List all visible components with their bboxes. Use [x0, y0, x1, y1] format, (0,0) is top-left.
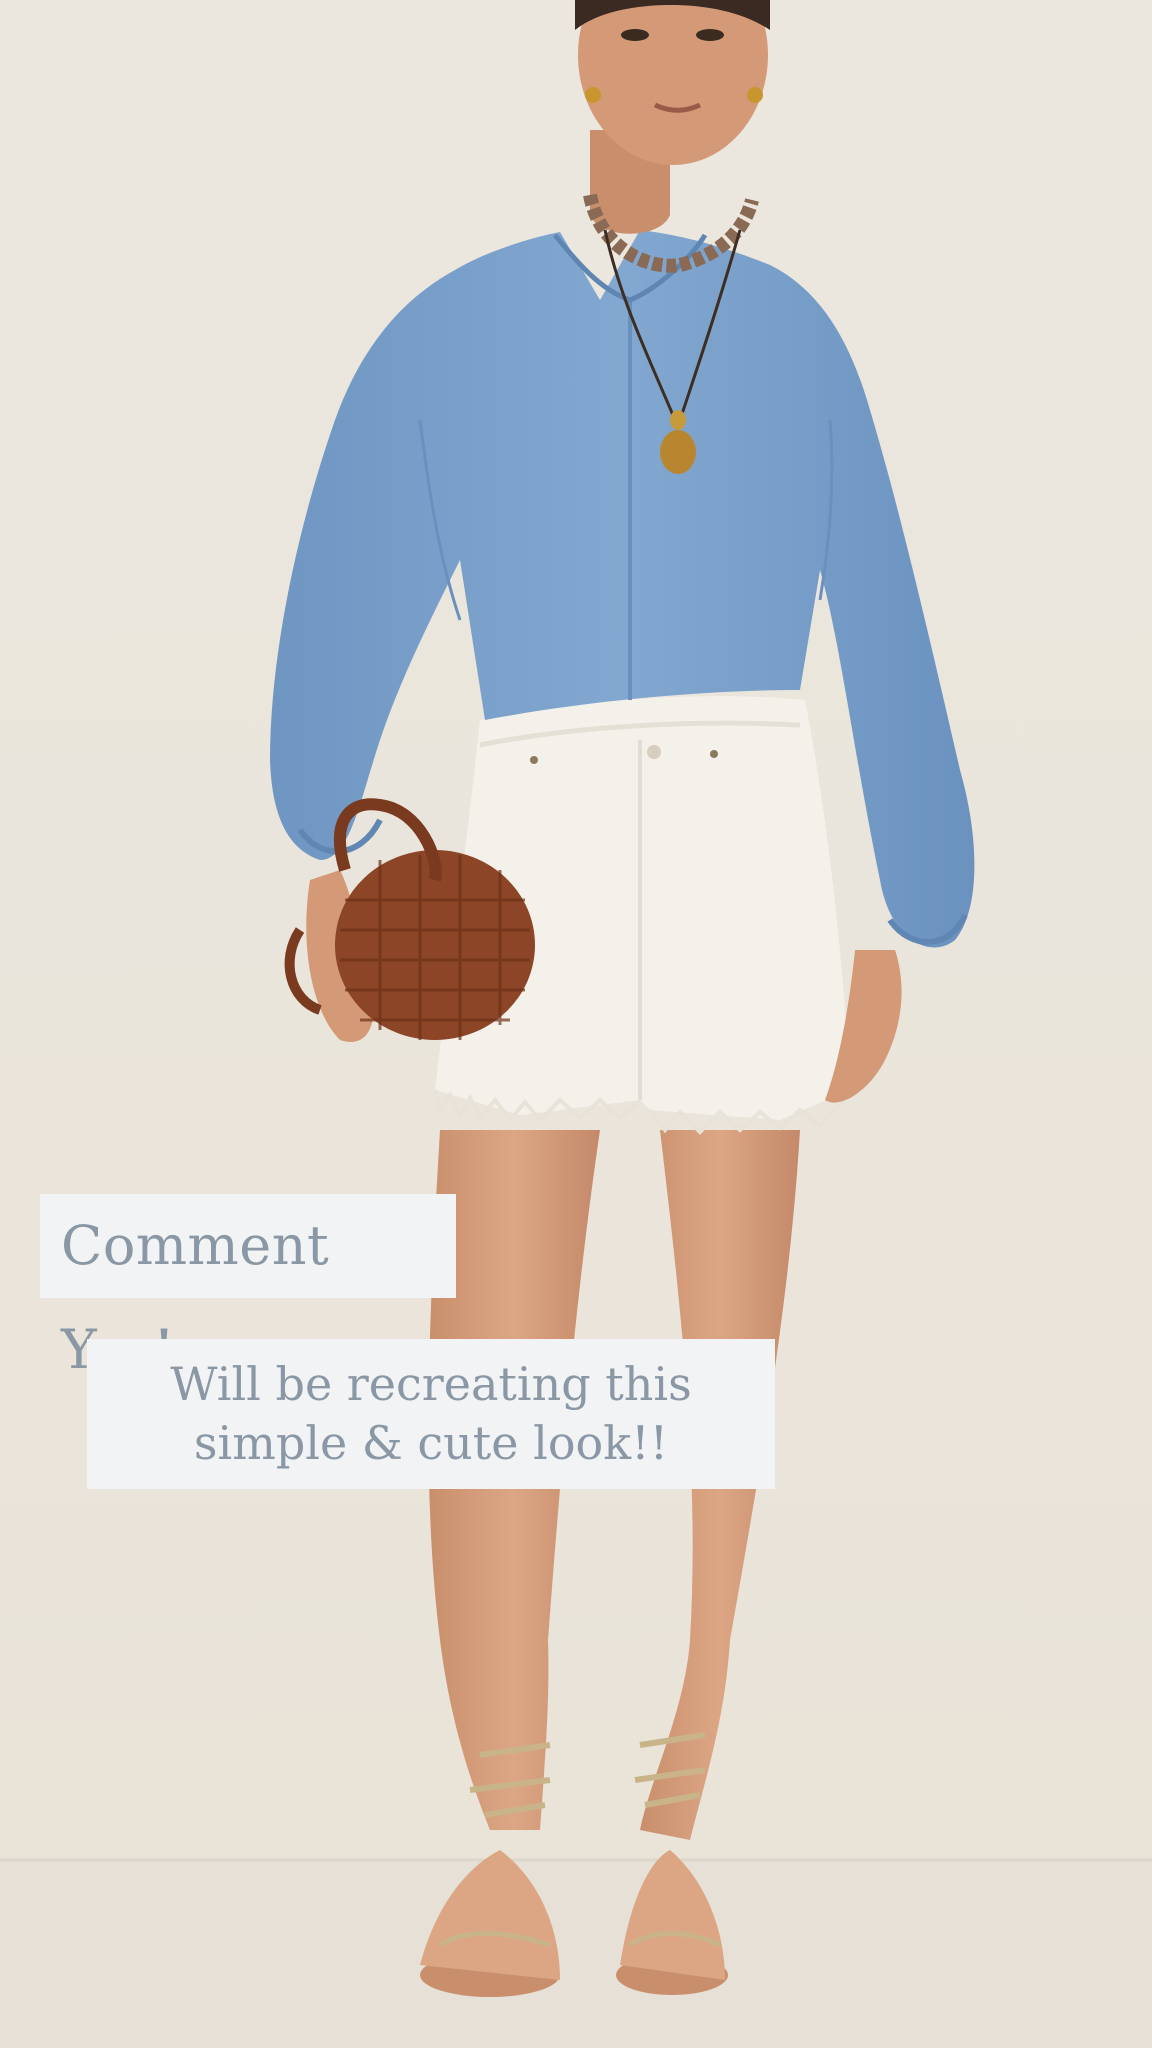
- photo-illustration: [0, 0, 1152, 2048]
- fashion-photo: [0, 0, 1152, 2048]
- comment-yes-caption: Comment Yes!: [40, 1194, 456, 1381]
- look-description-caption: Will be recreating this simple & cute lo…: [87, 1339, 775, 1489]
- floor: [0, 1860, 1152, 2048]
